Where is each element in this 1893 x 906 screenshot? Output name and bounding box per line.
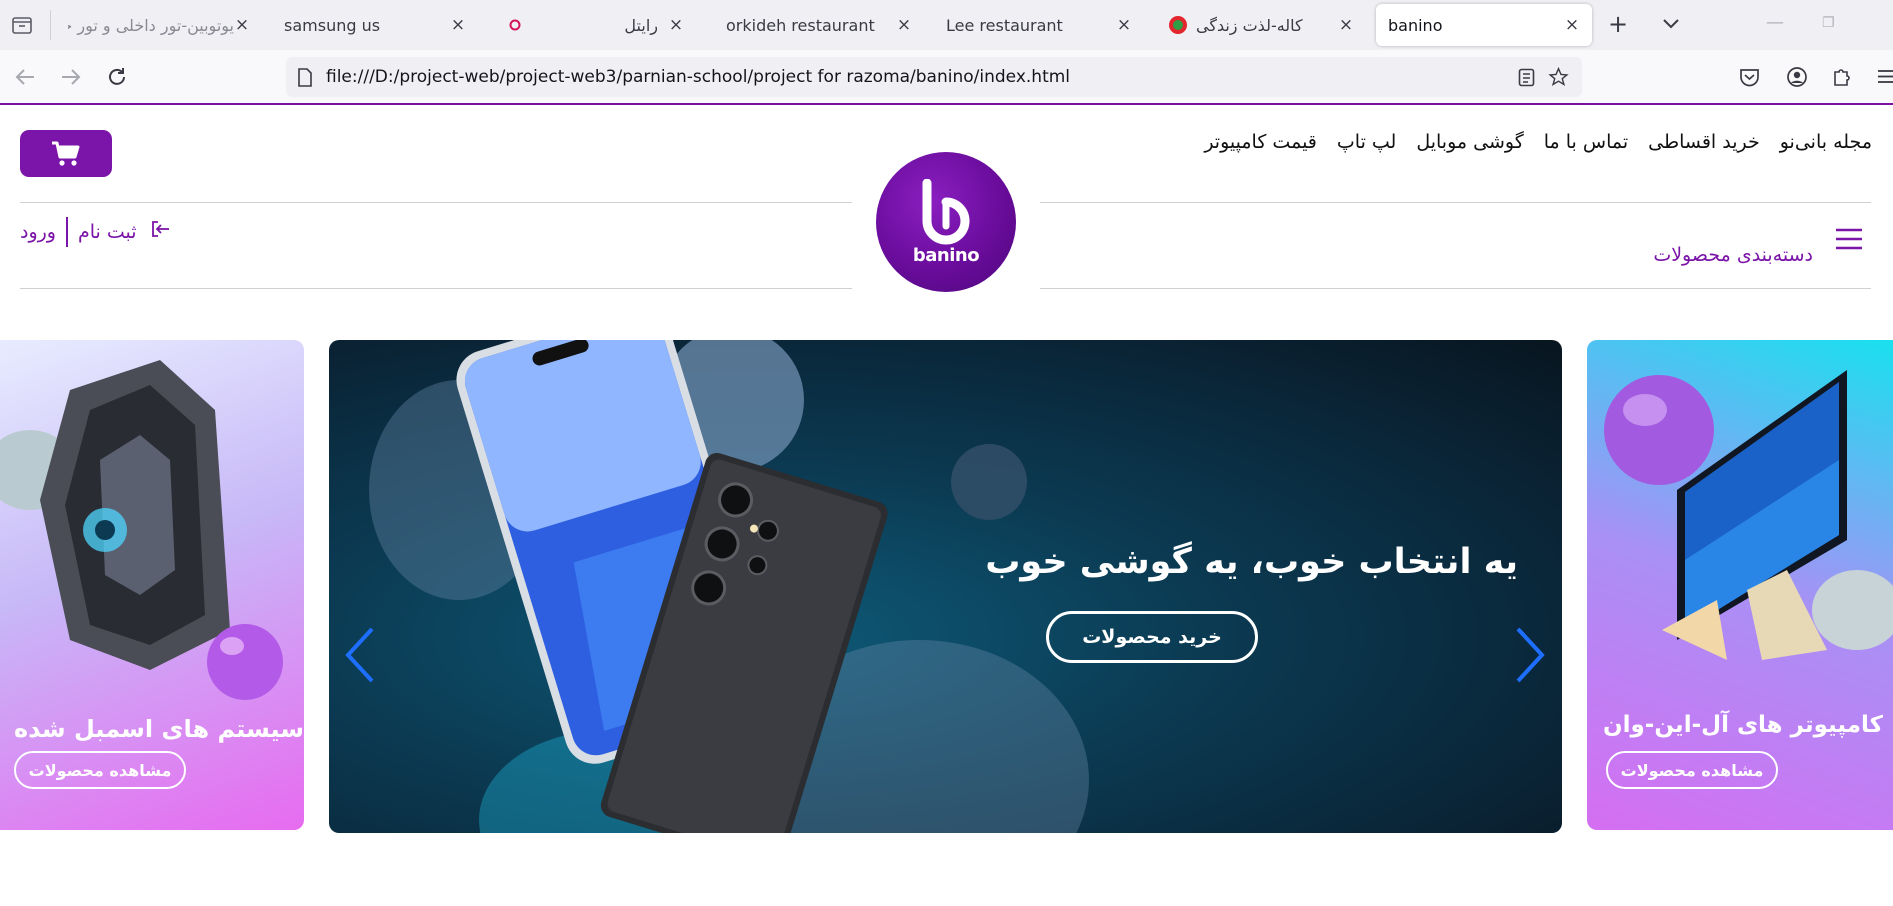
- reload-button[interactable]: [104, 64, 130, 90]
- tab-lee[interactable]: Lee restaurant ×: [934, 4, 1144, 46]
- tab-banino[interactable]: banino ×: [1376, 4, 1592, 46]
- browser-nav-bar: file:///D:/project-web/project-web3/parn…: [0, 50, 1893, 105]
- divider-line: [1040, 202, 1871, 203]
- slide-title: یه انتخاب خوب، یه گوشی خوب: [985, 542, 1518, 582]
- button-label: خرید محصولات: [1082, 626, 1222, 648]
- slide-title: کامپیوتر های آل-این-وان: [1603, 712, 1884, 738]
- web-page: قیمت کامپیوتر لپ تاپ گوشی موبایل تماس با…: [0, 107, 1893, 906]
- tab-overview-button[interactable]: [0, 0, 44, 50]
- new-tab-button[interactable]: +: [1608, 10, 1628, 38]
- banino-logo[interactable]: banino: [876, 152, 1016, 292]
- browser-tab-bar: یوتوبین-تور داخلی و تور خا × samsung us …: [0, 0, 1893, 50]
- tab-rightel[interactable]: رایتل ×: [496, 4, 696, 46]
- slider-prev-arrow-icon[interactable]: [342, 625, 378, 685]
- tab-title: orkideh restaurant: [726, 15, 875, 35]
- account-icon[interactable]: [1786, 66, 1808, 88]
- slider-next-arrow-icon[interactable]: [1512, 625, 1548, 685]
- button-label: مشاهده محصولات: [28, 760, 172, 780]
- hamburger-menu-icon: [1836, 228, 1862, 250]
- slide-all-in-one[interactable]: کامپیوتر های آل-این-وان مشاهده محصولات: [1587, 340, 1893, 830]
- nav-link-laptop[interactable]: لپ تاپ: [1337, 131, 1396, 153]
- close-icon[interactable]: ×: [1564, 17, 1580, 34]
- tab-title: Lee restaurant: [946, 15, 1063, 35]
- back-button[interactable]: [12, 64, 38, 90]
- pocket-icon[interactable]: [1739, 67, 1760, 87]
- forward-arrow-icon: [62, 69, 81, 85]
- login-icon[interactable]: [150, 219, 172, 239]
- categories-label: دسته‌بندی محصولات: [1653, 244, 1813, 266]
- menu-icon[interactable]: [1876, 68, 1893, 85]
- close-icon[interactable]: ×: [234, 17, 250, 34]
- minimize-button[interactable]: —: [1766, 12, 1784, 33]
- pc-case-image-icon: [0, 360, 283, 700]
- shopping-cart-icon: [52, 141, 80, 166]
- button-label: مشاهده محصولات: [1620, 760, 1764, 780]
- nav-link-mobile[interactable]: گوشی موبایل: [1416, 131, 1523, 153]
- divider-line: [1040, 288, 1871, 289]
- login-separator: [66, 217, 68, 247]
- tab-title: samsung us: [284, 15, 381, 35]
- register-link[interactable]: ثبت نام: [78, 221, 137, 243]
- smartphones-image-icon: [369, 340, 1089, 833]
- tab-title: کاله-لذت زندگی: [1196, 15, 1303, 35]
- view-products-button[interactable]: مشاهده محصولات: [14, 751, 186, 789]
- tab-title: banino: [1388, 15, 1443, 35]
- forward-button[interactable]: [58, 64, 84, 90]
- nav-link-computer-price[interactable]: قیمت کامپیوتر: [1204, 131, 1317, 153]
- divider-line: [20, 202, 852, 203]
- page-icon: [298, 68, 312, 87]
- login-link[interactable]: ورود: [20, 221, 56, 243]
- url-text: file:///D:/project-web/project-web3/parn…: [326, 67, 1071, 87]
- tab-kaleh[interactable]: کاله-لذت زندگی ×: [1156, 4, 1366, 46]
- close-icon[interactable]: ×: [450, 17, 466, 34]
- restore-button[interactable]: ❐: [1822, 15, 1835, 31]
- tab-list-chevron-icon[interactable]: [1662, 17, 1680, 31]
- buy-products-button[interactable]: خرید محصولات: [1046, 611, 1258, 663]
- login-register: ثبت نام ورود: [20, 217, 137, 247]
- cart-button[interactable]: [20, 130, 112, 177]
- close-icon[interactable]: ×: [668, 17, 684, 34]
- tab-title: یوتوبین-تور داخلی و تور خا: [68, 15, 234, 35]
- tab-divider: [50, 10, 51, 40]
- banino-logo-mark-icon: [922, 178, 970, 244]
- nav-link-magazine[interactable]: مجله بانی‌نو: [1780, 131, 1872, 153]
- reader-view-icon[interactable]: [1518, 68, 1535, 87]
- close-icon[interactable]: ×: [896, 17, 912, 34]
- logo-text: banino: [912, 244, 980, 266]
- divider-line: [20, 288, 852, 289]
- close-icon[interactable]: ×: [1338, 17, 1354, 34]
- tab-orkideh[interactable]: orkideh restaurant ×: [714, 4, 924, 46]
- back-arrow-icon: [15, 69, 34, 85]
- nav-link-installments[interactable]: خرید اقساطی: [1648, 131, 1760, 153]
- view-products-button[interactable]: مشاهده محصولات: [1606, 751, 1778, 789]
- url-bar[interactable]: file:///D:/project-web/project-web3/parn…: [286, 57, 1582, 97]
- slide-title: سیستم های اسمبل شده: [14, 715, 304, 743]
- all-in-one-computer-image-icon: [1604, 370, 1893, 660]
- bookmark-star-icon[interactable]: [1548, 67, 1569, 87]
- kaleh-favicon-icon: [1169, 16, 1187, 34]
- close-icon[interactable]: ×: [1116, 17, 1132, 34]
- top-navigation: قیمت کامپیوتر لپ تاپ گوشی موبایل تماس با…: [1204, 131, 1872, 153]
- rightel-favicon-icon: [509, 19, 521, 31]
- tab-overview-icon: [12, 17, 32, 34]
- nav-link-contact[interactable]: تماس با ما: [1544, 131, 1628, 153]
- categories-menu[interactable]: دسته‌بندی محصولات: [1653, 227, 1863, 266]
- slide-mobile-phones[interactable]: یه انتخاب خوب، یه گوشی خوب خرید محصولات: [329, 340, 1562, 833]
- tab-yootobin[interactable]: یوتوبین-تور داخلی و تور خا ×: [56, 4, 262, 46]
- reload-icon: [109, 68, 125, 85]
- extensions-icon[interactable]: [1832, 66, 1852, 88]
- slide-assembled-systems[interactable]: سیستم های اسمبل شده مشاهده محصولات: [0, 340, 304, 830]
- tab-samsung[interactable]: samsung us ×: [272, 4, 478, 46]
- tab-title: رایتل: [624, 15, 658, 35]
